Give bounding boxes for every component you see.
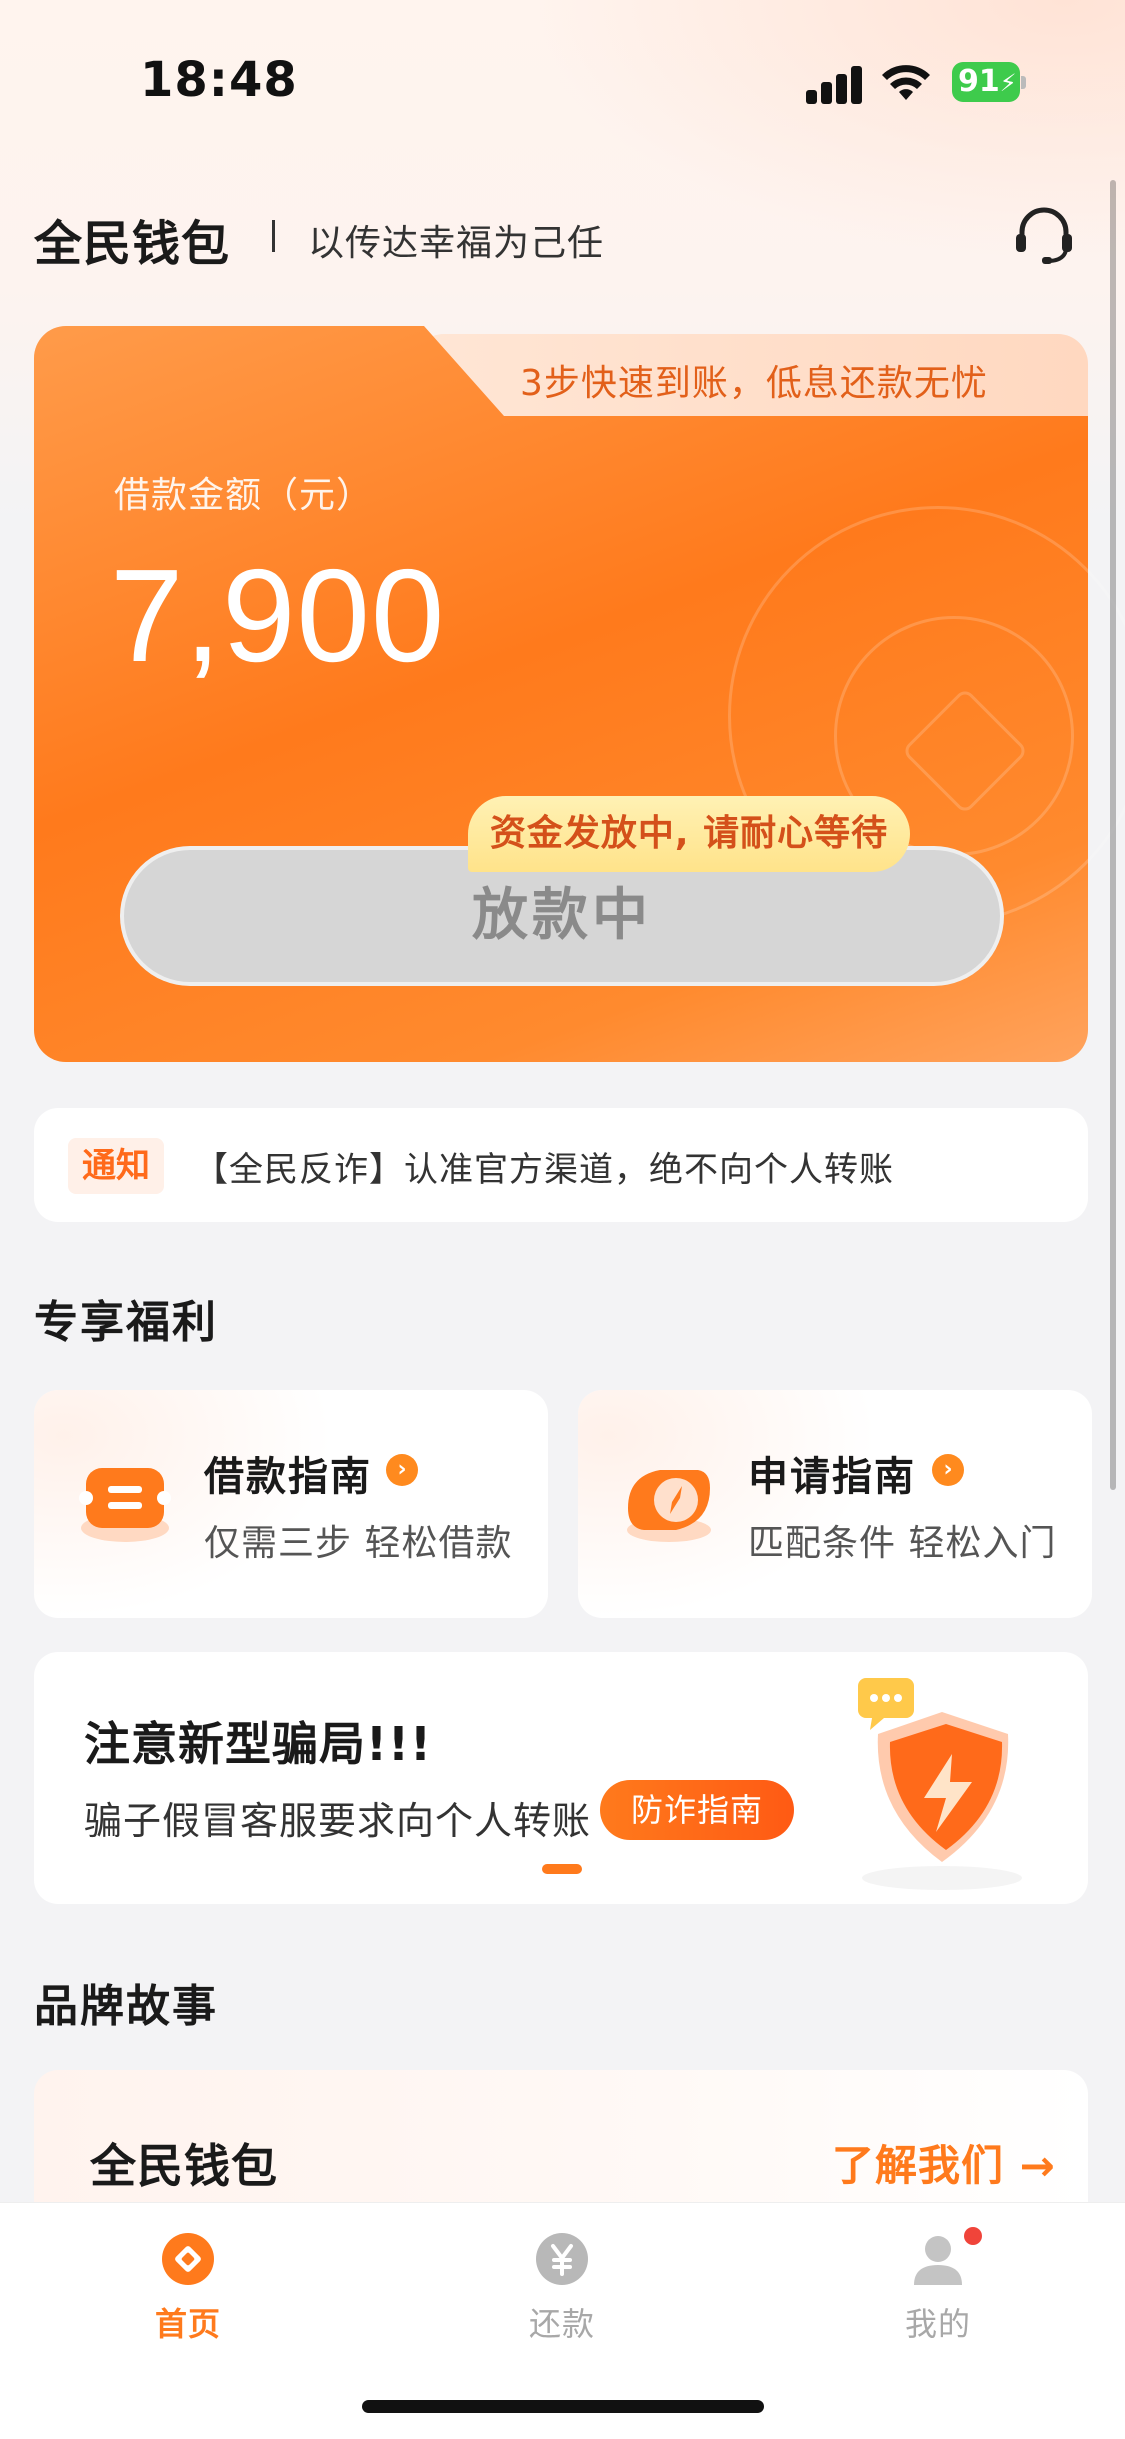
loan-amount-label: 借款金额（元） [114,475,374,516]
chevron-right-icon: › [386,1454,418,1486]
brand-story-card-title: 全民钱包 [90,2139,278,2193]
tab-repay-label: 还款 [528,2305,595,2343]
about-us-link[interactable]: 了解我们 → [832,2132,1056,2193]
shield-lightning-icon [858,1678,1022,1890]
notification-dot [964,2227,982,2245]
chevron-right-icon: › [932,1454,964,1486]
benefits-section-title: 专享福利 [34,1297,218,1348]
brand-name: 全民钱包 [34,216,231,272]
user-icon [914,2236,962,2285]
banner-title: 注意新型骗局!!! [84,1717,432,1771]
status-bar: 18:48 91⚡ [0,0,1125,160]
wifi-icon [882,65,930,100]
yuan-coin-icon [536,2233,588,2285]
loan-guide-title: 借款指南 [204,1454,372,1500]
tab-home-label: 首页 [154,2305,221,2343]
disbursing-tip-bubble: 资金发放中, 请耐心等待 [468,796,910,872]
notice-tag: 通知 [68,1138,164,1194]
brand-slogan: 以传达幸福为己任 [308,223,605,264]
header-divider [272,220,275,252]
notice-bar[interactable]: 通知 【全民反诈】认准官方渠道，绝不向个人转账 [34,1108,1088,1222]
battery-icon: 91⚡ [952,62,1026,102]
customer-service-icon[interactable] [1008,200,1080,272]
loan-guide-card[interactable]: 借款指南 › 仅需三步 轻松借款 [34,1390,548,1618]
tab-repay[interactable]: 还款 [462,2223,662,2343]
status-time: 18:48 [140,52,298,108]
loan-card: 3步快速到账，低息还款无忧 借款金额（元） 7,900 放款中 资金发放中, 请… [34,326,1125,1062]
anti-fraud-guide-button[interactable]: 防诈指南 [600,1780,794,1840]
cellular-signal-icon [806,64,866,104]
scrollbar[interactable] [1110,180,1116,1490]
anti-fraud-banner[interactable]: 注意新型骗局!!! 骗子假冒客服要求向个人转账 防诈指南 [34,1652,1088,1904]
loan-amount-value: 7,900 [110,542,446,689]
banner-subtitle: 骗子假冒客服要求向个人转账 [84,1799,592,1843]
battery-level: 91 [958,64,1000,99]
brand-story-section-title: 品牌故事 [34,1981,218,2032]
ticket-icon [79,1468,171,1542]
apply-guide-title: 申请指南 [748,1454,916,1500]
apply-guide-card[interactable]: 申请指南 › 匹配条件 轻松入门 [578,1390,1092,1618]
compass-icon [627,1470,711,1542]
tab-home[interactable]: 首页 [88,2223,288,2343]
carousel-indicator [542,1864,582,1874]
app-header: 全民钱包 以传达幸福为己任 [0,190,1125,280]
tab-mine[interactable]: 我的 [838,2223,1038,2343]
loan-card-tagline: 3步快速到账，低息还款无忧 [520,363,988,404]
notice-text: 【全民反诈】认准官方渠道，绝不向个人转账 [194,1150,894,1190]
apply-guide-subtitle: 匹配条件 轻松入门 [748,1523,1057,1564]
home-icon [162,2233,214,2285]
tab-mine-label: 我的 [904,2305,971,2343]
loan-guide-subtitle: 仅需三步 轻松借款 [204,1523,513,1564]
home-indicator [362,2400,764,2413]
